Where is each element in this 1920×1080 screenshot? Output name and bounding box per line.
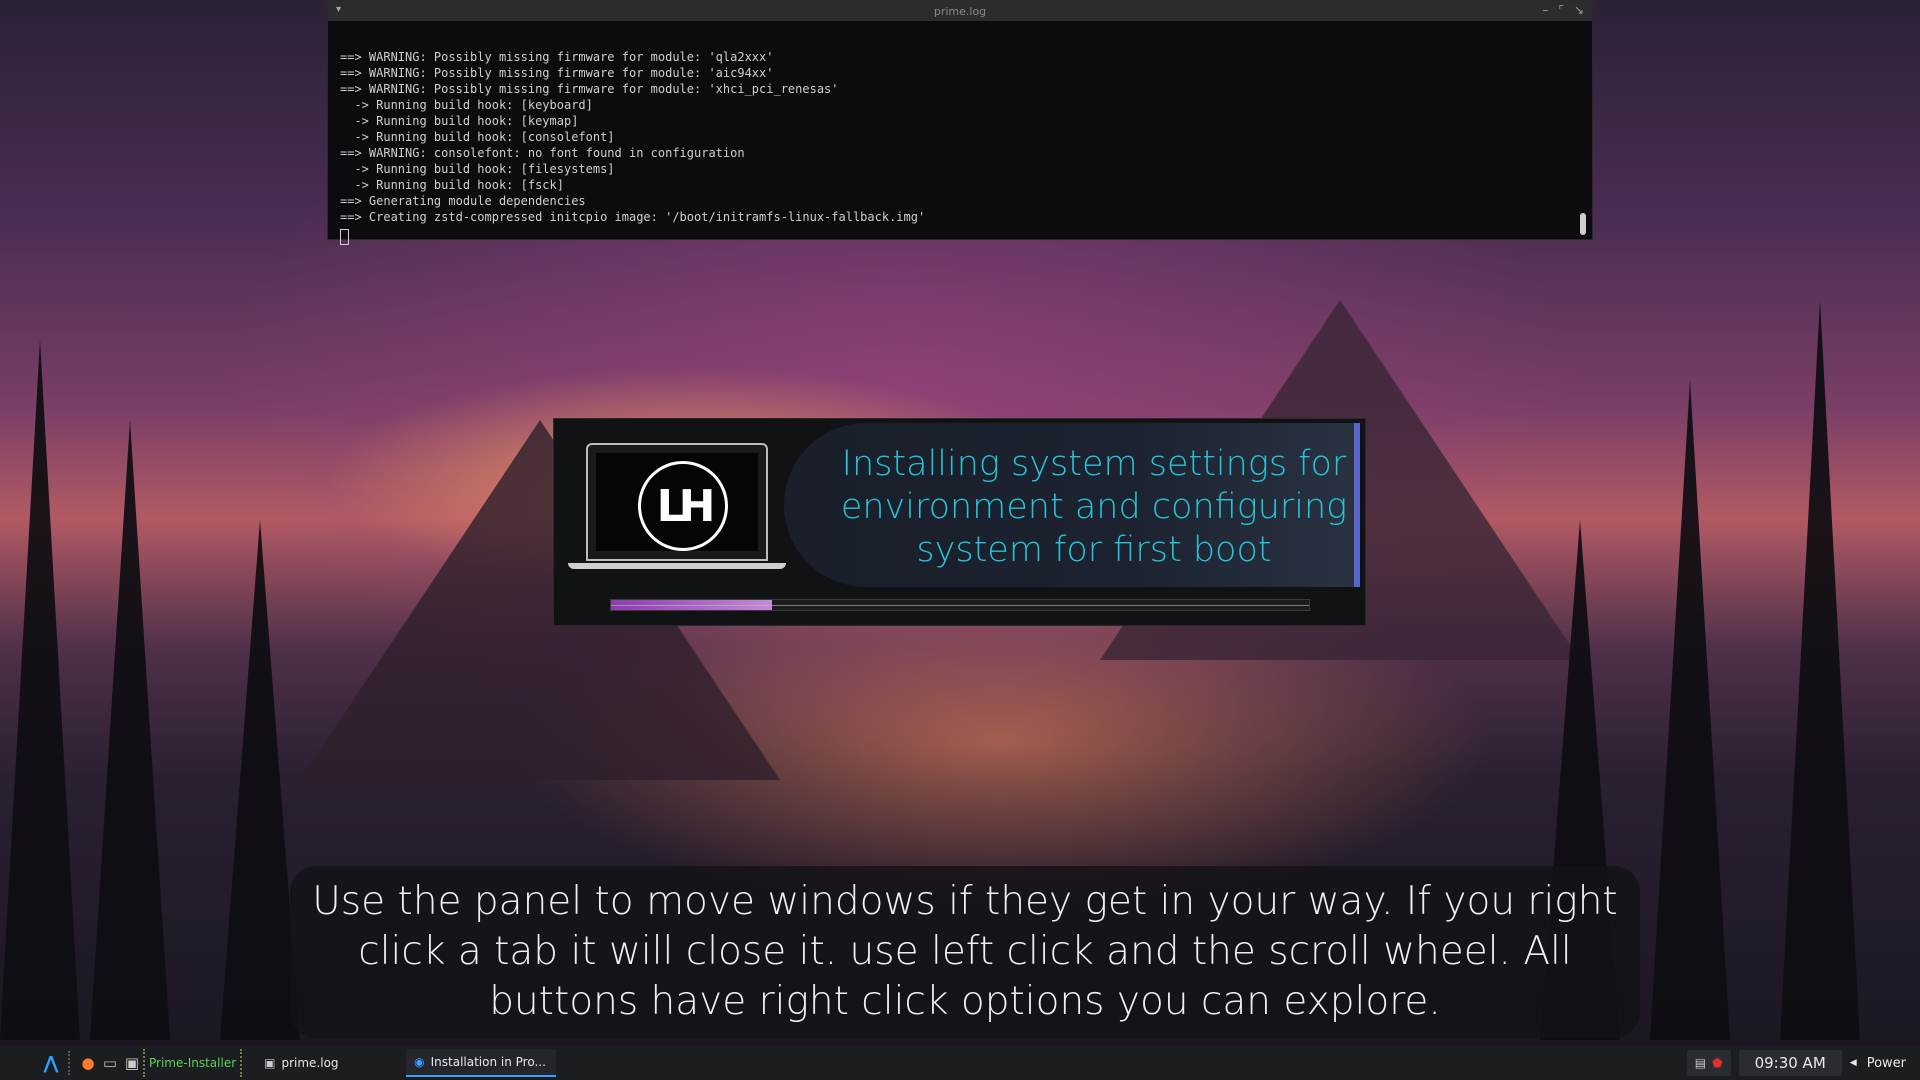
terminal-line: -> Running build hook: [filesystems]: [340, 162, 615, 176]
terminal-window[interactable]: ▾ prime.log – ⌜ ↘ ==> WARNING: Possibly …: [327, 0, 1593, 245]
terminal-titlebar[interactable]: ▾ prime.log – ⌜ ↘: [328, 1, 1592, 21]
installer-icon: ◉: [414, 1055, 425, 1069]
firefox-icon[interactable]: ●: [77, 1052, 99, 1074]
terminal-scrollbar[interactable]: [1580, 213, 1586, 235]
wallpaper-tree: [220, 520, 300, 1040]
installer-window[interactable]: LH Installing system settings for enviro…: [553, 418, 1366, 626]
shield-icon[interactable]: ⬟: [1712, 1056, 1722, 1070]
progress-line: [611, 605, 1309, 606]
terminal-line: ==> Generating module dependencies: [340, 194, 586, 208]
terminal-launcher-icon[interactable]: ▣: [121, 1052, 143, 1074]
display-icon[interactable]: ▤: [1695, 1056, 1706, 1070]
terminal-line: ==> WARNING: Possibly missing firmware f…: [340, 66, 774, 80]
wallpaper-tree: [1650, 380, 1730, 1040]
minimize-icon[interactable]: –: [1542, 3, 1548, 17]
terminal-line: -> Running build hook: [keymap]: [340, 114, 579, 128]
maximize-icon[interactable]: ⌜: [1558, 3, 1564, 17]
install-progress-bar: [610, 599, 1310, 611]
prime-installer-button[interactable]: Prime-Installer: [143, 1049, 243, 1077]
tray-icons: ▤ ⬟: [1686, 1050, 1731, 1076]
terminal-line: -> Running build hook: [fsck]: [340, 178, 564, 192]
terminal-line: ==> WARNING: Possibly missing firmware f…: [340, 50, 774, 64]
laptop-illustration: LH: [586, 443, 768, 561]
close-icon[interactable]: ↘: [1574, 3, 1584, 17]
task-label: Installation in Pro...: [430, 1055, 546, 1069]
wallpaper-tree: [90, 420, 170, 1040]
terminal-title: prime.log: [933, 4, 987, 18]
tip-text: Use the panel to move windows if they ge…: [312, 879, 1618, 1024]
status-panel: Installing system settings for environme…: [784, 423, 1360, 587]
terminal-line: -> Running build hook: [consolefont]: [340, 130, 615, 144]
power-menu[interactable]: ◀ Power: [1850, 1056, 1906, 1071]
terminal-cursor: [340, 229, 349, 245]
file-manager-icon[interactable]: ▭: [99, 1052, 121, 1074]
clock[interactable]: 09:30 AM: [1738, 1050, 1842, 1076]
prime-installer-label: Prime-Installer: [149, 1056, 237, 1070]
terminal-line: ==> Creating zstd-compressed initcpio im…: [340, 210, 926, 224]
wallpaper-tree: [0, 340, 80, 1040]
app-launcher-icon[interactable]: ⋀: [40, 1052, 62, 1074]
laptop-base: [568, 563, 786, 569]
terminal-line: -> Running build hook: [keyboard]: [340, 98, 593, 112]
wallpaper-tree: [1780, 300, 1860, 1040]
terminal-icon: ▣: [264, 1056, 276, 1070]
task-installation[interactable]: ◉ Installation in Pro...: [406, 1049, 557, 1077]
task-label: prime.log: [281, 1056, 339, 1070]
chevron-left-icon: ◀: [1849, 1058, 1857, 1068]
system-tray: ▤ ⬟ 09:30 AM ◀ Power: [1686, 1046, 1920, 1080]
task-prime-log[interactable]: ▣ prime.log: [256, 1049, 406, 1077]
power-label: Power: [1866, 1055, 1906, 1071]
distro-logo-icon: LH: [638, 461, 728, 551]
tip-banner: Use the panel to move windows if they ge…: [290, 866, 1640, 1038]
taskbar: ⋀ ● ▭ ▣ Prime-Installer ▣ prime.log ◉ In…: [0, 1046, 1920, 1080]
install-status-text: Installing system settings for environme…: [840, 444, 1348, 570]
laptop-screen: LH: [596, 453, 758, 551]
terminal-output[interactable]: ==> WARNING: Possibly missing firmware f…: [328, 21, 1592, 277]
terminal-line: ==> WARNING: consolefont: no font found …: [340, 146, 745, 160]
window-menu-icon[interactable]: ▾: [336, 5, 346, 15]
clock-text: 09:30 AM: [1754, 1054, 1826, 1072]
taskbar-separator: [68, 1051, 71, 1075]
terminal-line: ==> WARNING: Possibly missing firmware f…: [340, 82, 839, 96]
